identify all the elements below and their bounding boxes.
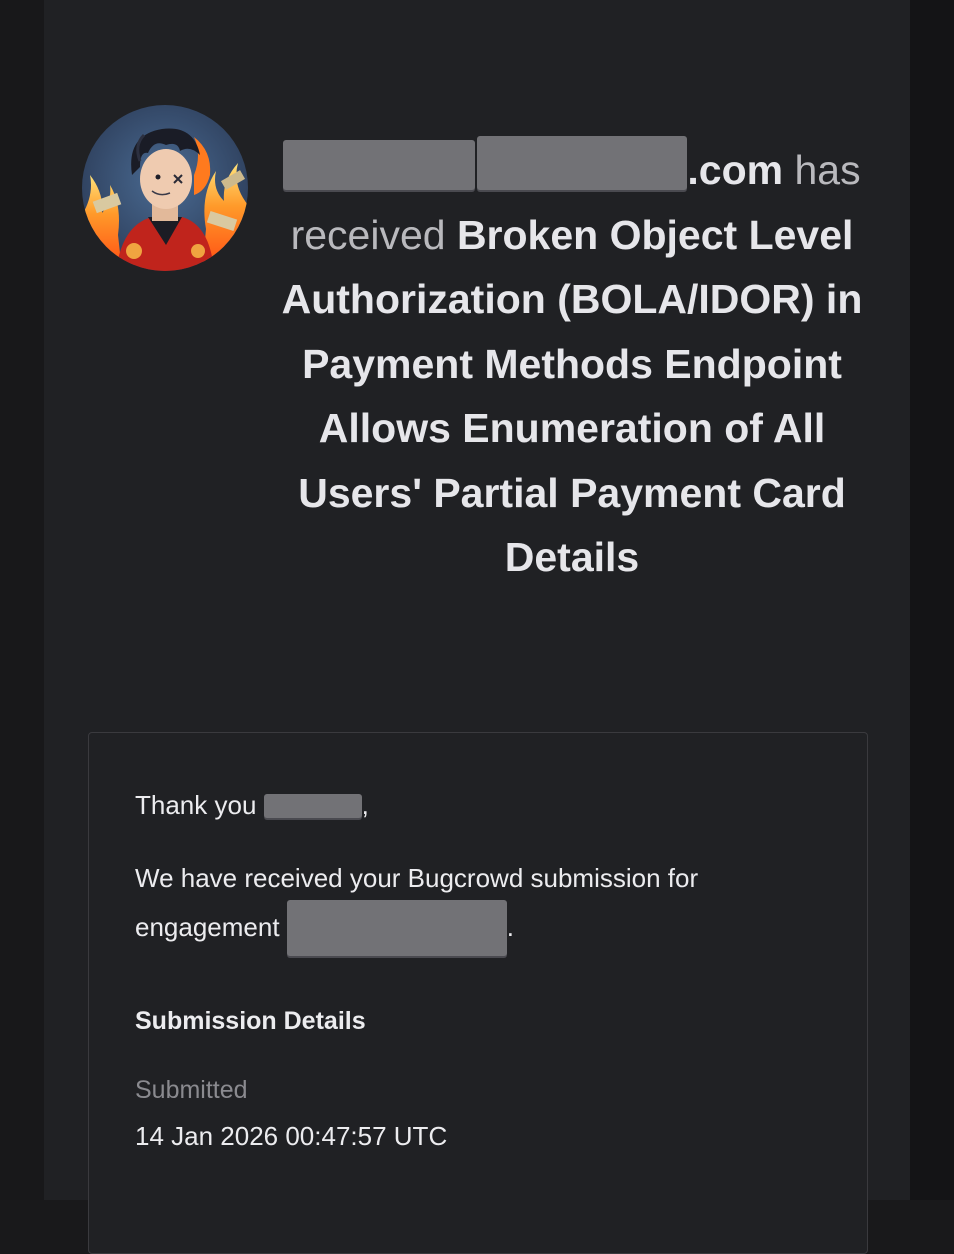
headline: .com has received Broken Object Level Au…	[270, 136, 874, 590]
section-title: Submission Details	[135, 1007, 366, 1035]
right-margin	[910, 0, 954, 1200]
received-paragraph: We have received your Bugcrowd submissio…	[135, 856, 835, 956]
received-suffix: .	[506, 912, 515, 942]
avatar-illustration-icon	[82, 105, 248, 271]
left-margin	[0, 0, 44, 1200]
avatar	[82, 105, 248, 271]
message-card: Thank you , We have received your Bugcro…	[88, 732, 868, 1254]
submitted-value: 14 Jan 2026 00:47:57 UTC	[135, 1121, 448, 1151]
greeting: Thank you ,	[135, 783, 835, 827]
message-body: Thank you , We have received your Bugcro…	[135, 783, 835, 1157]
redacted-text	[263, 794, 362, 818]
headline-has: has	[783, 147, 861, 193]
redacted-text	[283, 140, 476, 190]
headline-received: received	[290, 211, 457, 258]
domain-suffix: .com	[687, 147, 784, 193]
redacted-text	[286, 900, 507, 956]
submission-title: Broken Object Level Authorization (BOLA/…	[281, 211, 863, 581]
greeting-suffix: ,	[361, 790, 369, 820]
greeting-text: Thank you	[135, 790, 264, 820]
submitted-label: Submitted	[135, 1076, 248, 1104]
redacted-text	[477, 136, 688, 190]
